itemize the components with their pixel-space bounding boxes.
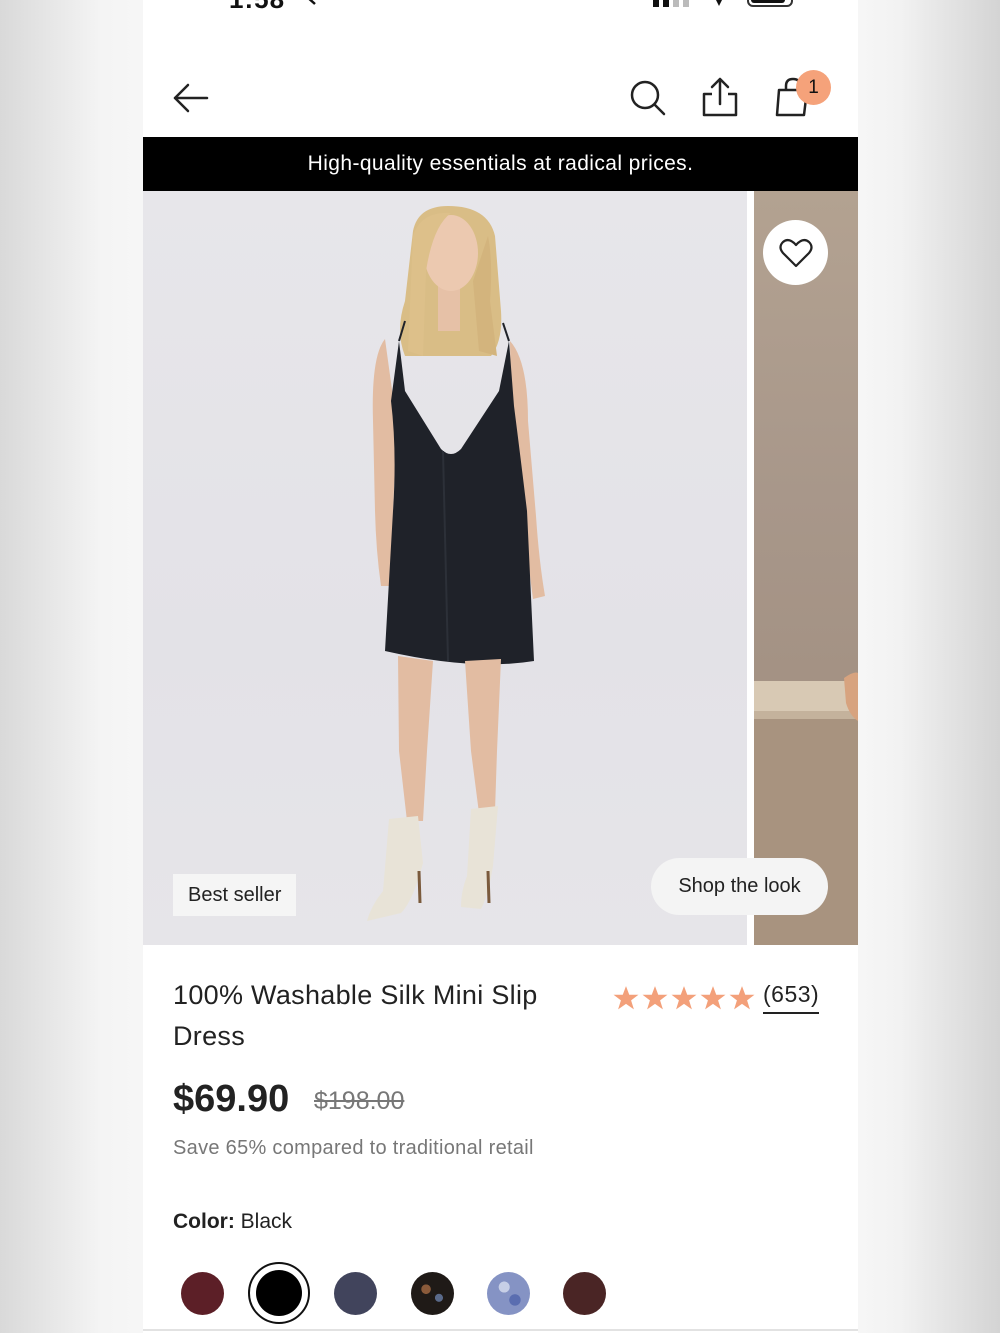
product-image[interactable] (143, 191, 747, 945)
rating-stars (613, 985, 755, 1011)
status-time: 1:58 (229, 0, 285, 12)
swatch-black[interactable] (248, 1262, 310, 1324)
original-price: $198.00 (314, 1087, 405, 1115)
muted-bell-icon (308, 0, 316, 5)
color-label: Color: (173, 1210, 235, 1233)
savings-text: Save 65% compared to traditional retail (173, 1137, 534, 1159)
star-icon (729, 985, 755, 1009)
gallery-divider (747, 191, 754, 945)
swatch-dark-floral[interactable] (411, 1272, 454, 1315)
promo-banner: High-quality essentials at radical price… (143, 137, 858, 191)
model-photo (367, 206, 545, 921)
star-icon (700, 985, 726, 1009)
swatch-blue-floral[interactable] (487, 1272, 530, 1315)
heart-icon (778, 238, 813, 267)
star-icon (671, 985, 697, 1009)
battery-icon (747, 0, 793, 7)
app-screen: 1:58 1 High-quali (143, 0, 858, 1333)
divider (143, 1329, 858, 1331)
search-icon[interactable] (628, 78, 668, 118)
swatch-navy[interactable] (334, 1272, 377, 1315)
star-icon (613, 985, 639, 1009)
color-value: Black (240, 1210, 293, 1233)
product-image-gallery[interactable]: Best seller Shop the look (143, 191, 858, 945)
color-selection-label: Color: Black (173, 1210, 292, 1234)
best-seller-badge: Best seller (173, 874, 297, 916)
product-rating[interactable]: (653) (613, 981, 820, 1014)
wifi-icon (716, 0, 722, 6)
swatch-burgundy[interactable] (181, 1272, 224, 1315)
sale-price: $69.90 (173, 1078, 290, 1120)
status-bar: 1:58 (143, 0, 858, 12)
next-image-preview (754, 672, 858, 945)
color-swatches (173, 1262, 633, 1324)
product-info: 100% Washable Silk Mini Slip Dress (653)… (143, 945, 858, 1333)
swatch-chocolate[interactable] (563, 1272, 606, 1315)
product-title: 100% Washable Silk Mini Slip Dress (173, 980, 538, 1051)
next-product-image[interactable] (754, 191, 858, 945)
favorite-button[interactable] (763, 220, 828, 285)
star-icon (642, 985, 668, 1009)
cell-signal-icon (653, 0, 689, 7)
top-nav-bar: 1 (143, 60, 858, 137)
arrow-left-icon[interactable] (171, 80, 211, 116)
shop-the-look-button[interactable]: Shop the look (651, 858, 828, 915)
cart-count-badge[interactable]: 1 (796, 70, 831, 105)
share-icon[interactable] (701, 76, 739, 118)
review-count-link[interactable]: (653) (763, 981, 820, 1014)
